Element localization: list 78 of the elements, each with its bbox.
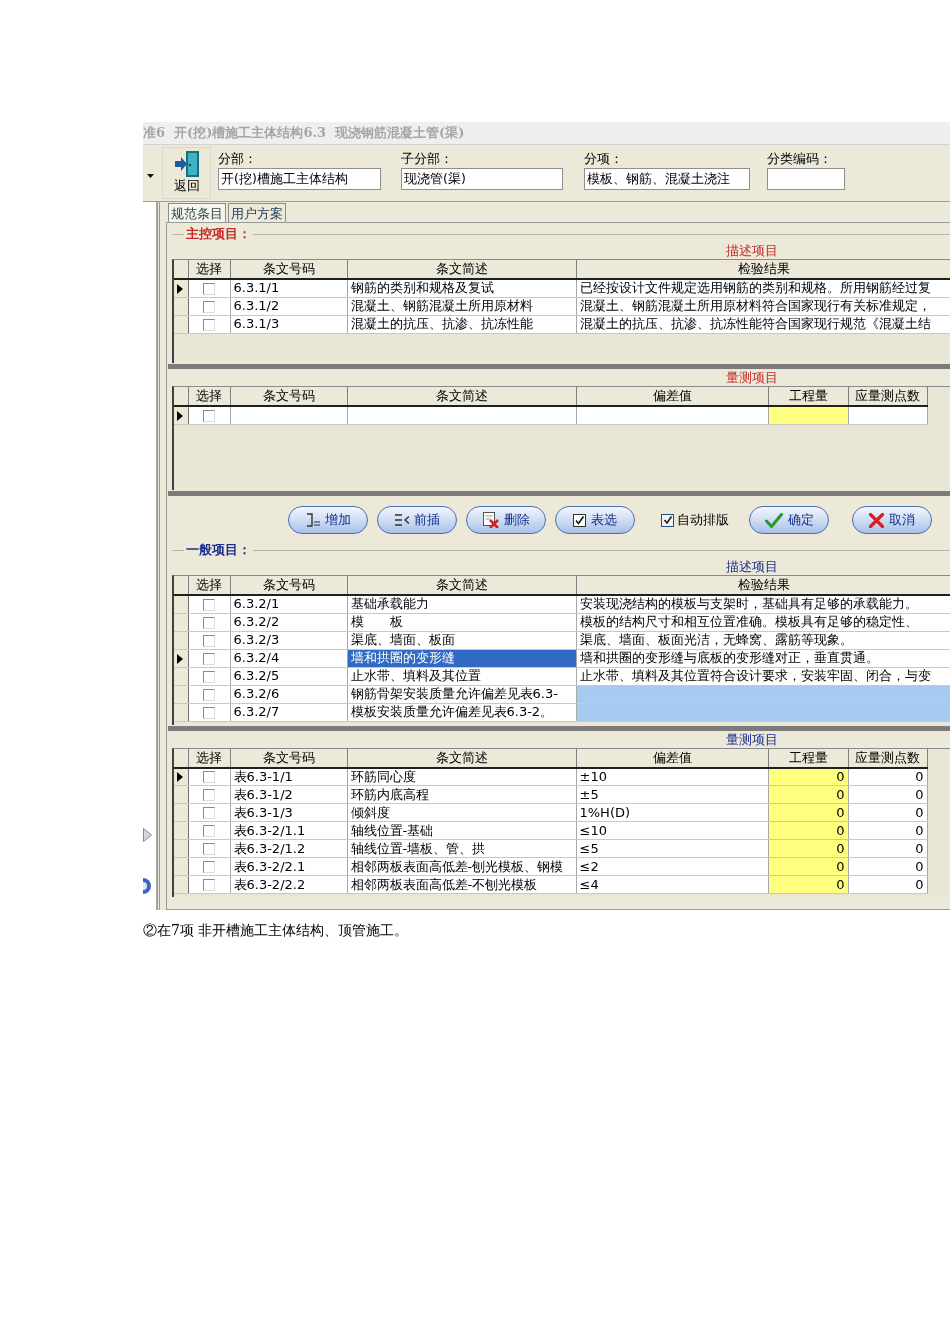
- column-header[interactable]: 选择: [188, 387, 230, 406]
- checkbox[interactable]: [661, 513, 674, 527]
- triangle-icon: [143, 828, 152, 842]
- section-title: 主控项目：: [184, 226, 253, 242]
- checkbox[interactable]: [203, 879, 215, 891]
- column-header[interactable]: 检验结果: [576, 260, 950, 279]
- back-button[interactable]: 返回: [162, 147, 211, 199]
- field-label: 分部：: [218, 151, 257, 168]
- column-header[interactable]: 工程量: [768, 748, 848, 768]
- checkbox[interactable]: [203, 634, 215, 647]
- checkbox[interactable]: [203, 807, 215, 819]
- column-header[interactable]: 条文号码: [230, 260, 347, 279]
- cancel-button[interactable]: 取消: [852, 506, 932, 534]
- column-header[interactable]: 条文号码: [230, 576, 347, 595]
- pointer-icon: [177, 772, 183, 783]
- checkbox[interactable]: [203, 652, 215, 665]
- checkbox[interactable]: [203, 282, 215, 295]
- checkbox[interactable]: [203, 318, 215, 331]
- checked-box-icon: [573, 513, 586, 527]
- column-header[interactable]: 偏差值: [576, 748, 768, 768]
- column-header[interactable]: 选择: [188, 748, 230, 768]
- checkbox[interactable]: [203, 670, 215, 683]
- column-header[interactable]: 工程量: [768, 387, 848, 406]
- column-header[interactable]: 应量测点数: [848, 387, 927, 406]
- caption-text: ②在7项 非开槽施工主体结构、顶管施工。: [143, 922, 409, 939]
- field-label: 分类编码：: [767, 151, 832, 168]
- ok-button[interactable]: 确定: [749, 506, 829, 534]
- column-header[interactable]: 条文简述: [347, 387, 576, 406]
- column-header[interactable]: 条文简述: [347, 576, 576, 595]
- table-caption: 量测项目: [726, 731, 778, 747]
- list-icon: [305, 513, 320, 527]
- door-arrow-icon: [174, 151, 199, 177]
- checkbox[interactable]: [203, 409, 215, 422]
- checkbox[interactable]: [203, 789, 215, 801]
- select-button[interactable]: 表选: [555, 506, 635, 534]
- field-label: 子分部：: [401, 151, 453, 168]
- tab[interactable]: 规范条目: [168, 203, 226, 222]
- checkbox[interactable]: [203, 706, 215, 719]
- table-caption: 描述项目: [726, 243, 778, 258]
- text-field[interactable]: 现浇管(渠): [401, 168, 563, 190]
- delete-button[interactable]: 删除: [466, 506, 546, 534]
- text-field[interactable]: 开(挖)槽施工主体结构: [218, 168, 381, 190]
- checkbox[interactable]: [203, 688, 215, 701]
- text-field[interactable]: [767, 168, 845, 190]
- column-header[interactable]: 选择: [188, 260, 230, 279]
- insert-lines-icon: [394, 514, 409, 526]
- pointer-icon: [177, 653, 183, 664]
- checkbox[interactable]: [203, 861, 215, 873]
- checkbox[interactable]: [203, 843, 215, 855]
- column-header[interactable]: 选择: [188, 576, 230, 595]
- column-header[interactable]: 条文简述: [347, 748, 576, 768]
- column-header[interactable]: 偏差值: [576, 387, 768, 406]
- caret-icon[interactable]: [147, 174, 154, 178]
- check-icon: [764, 512, 783, 528]
- column-header[interactable]: 应量测点数: [848, 748, 927, 768]
- x-icon: [869, 512, 884, 528]
- column-header[interactable]: 条文号码: [230, 387, 347, 406]
- table-caption: 描述项目: [726, 559, 778, 574]
- column-header[interactable]: 条文号码: [230, 748, 347, 768]
- checkbox[interactable]: [203, 598, 215, 611]
- checkbox[interactable]: [203, 771, 215, 784]
- checkbox[interactable]: [203, 616, 215, 629]
- column-header[interactable]: 条文简述: [347, 260, 576, 279]
- checkbox[interactable]: [203, 825, 215, 837]
- pointer-icon: [177, 410, 183, 421]
- pointer-icon: [177, 283, 183, 294]
- document-x-icon: [482, 512, 499, 528]
- column-header[interactable]: 检验结果: [576, 576, 950, 595]
- insert-button[interactable]: 前插: [377, 506, 457, 534]
- add-button[interactable]: 增加: [288, 506, 368, 534]
- checkbox[interactable]: [203, 300, 215, 313]
- text-field[interactable]: 模板、钢筋、混凝土浇注: [584, 168, 750, 190]
- splitter-bar[interactable]: [168, 725, 950, 731]
- section-title: 一般项目：: [184, 542, 253, 558]
- checkbox-label[interactable]: 自动排版: [677, 512, 729, 528]
- tab[interactable]: 用户方案: [228, 203, 286, 222]
- field-label: 分项：: [584, 151, 623, 168]
- table-caption: 量测项目: [726, 370, 778, 385]
